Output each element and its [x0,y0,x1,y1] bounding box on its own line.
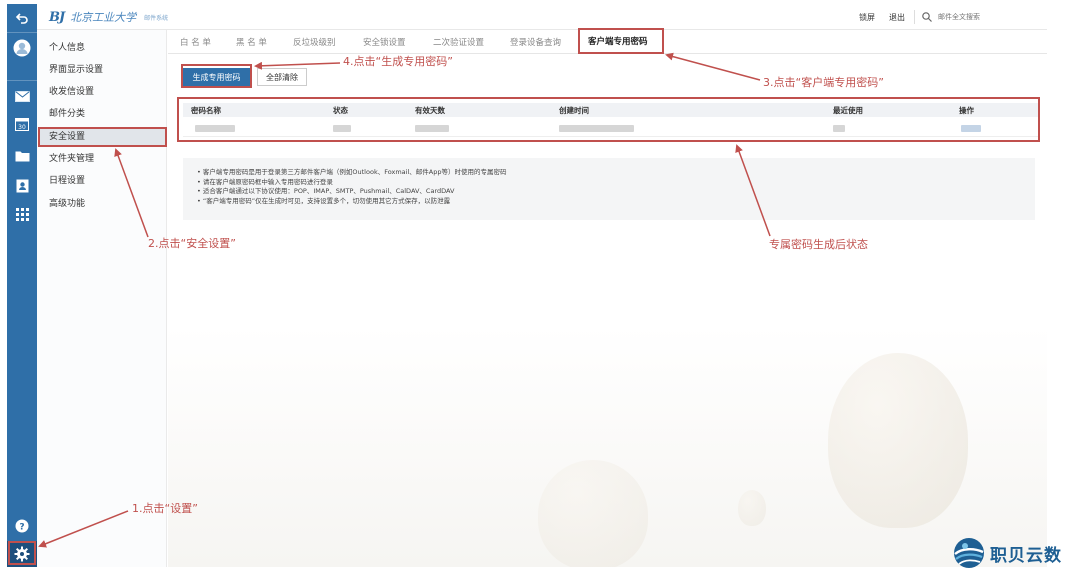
svg-text:?: ? [19,523,24,533]
redacted-cell [833,125,845,132]
nav-item-mail-categories[interactable]: 邮件分类 [39,104,167,124]
top-bar: BJ 北京工业大学 邮件系统 锁屏 退出 [37,4,1047,30]
main-content: 白 名 单 黑 名 单 反垃圾级别 安全锁设置 二次验证设置 登录设备查询 客户… [168,30,1047,567]
note-line: • 客户端专用密码是用于登录第三方邮件客户端（例如Outlook、Foxmail… [197,168,507,176]
back-icon[interactable] [7,8,37,28]
redacted-cell [195,125,235,132]
tab-blacklist[interactable]: 黑 名 单 [236,36,267,48]
annotation-step-1: 1.点击“设置” [132,502,198,515]
folder-icon[interactable] [7,146,37,166]
tab-whitelist[interactable]: 白 名 单 [180,36,211,48]
avatar[interactable] [7,36,37,60]
logo-text: 北京工业大学 [70,11,137,24]
search-input[interactable] [938,13,1028,21]
column-header: 操作 [959,106,974,115]
brand-logo-icon [954,538,984,568]
settings-button[interactable] [7,541,37,567]
brand-text: 职贝云数 [990,545,1062,566]
nav-item-send-receive-settings[interactable]: 收发信设置 [39,82,167,102]
usage-notes: • 客户端专用密码是用于登录第三方邮件客户端（例如Outlook、Foxmail… [183,158,1035,220]
svg-text:30: 30 [18,124,26,131]
nav-item-display-settings[interactable]: 界面显示设置 [39,60,167,80]
gear-icon [14,546,30,562]
tab-two-factor[interactable]: 二次验证设置 [433,36,484,48]
note-line: • 请在客户端原密码框中输入专用密码进行登录 [197,177,333,186]
column-header: 最近使用 [833,106,863,115]
nav-item-personal-info[interactable]: 个人信息 [39,38,167,58]
nav-item-security-settings[interactable]: 安全设置 [39,127,167,147]
annotation-step-3: 3.点击“客户端专用密码” [763,76,884,89]
contacts-icon[interactable] [7,176,37,196]
nav-item-folder-management[interactable]: 文件夹管理 [39,149,167,169]
calendar-icon[interactable]: 30 [7,114,37,134]
settings-nav: 个人信息 界面显示设置 收发信设置 邮件分类 安全设置 文件夹管理 日程设置 高… [37,30,167,567]
logo-subtitle: 邮件系统 [144,14,169,22]
tab-client-password[interactable]: 客户端专用密码 [588,35,648,47]
note-line: • 适合客户端通过以下协议使用：POP、IMAP、SMTP、Pushmail、C… [197,187,455,195]
tab-login-devices[interactable]: 登录设备查询 [510,36,561,48]
search-icon[interactable] [922,12,932,22]
balloon-decoration [738,490,766,526]
icon-rail: 30 ? [7,4,37,567]
mail-icon[interactable] [7,86,37,106]
tab-security-lock[interactable]: 安全锁设置 [363,36,406,48]
column-header: 有效天数 [415,106,445,115]
active-tab-indicator [578,52,658,54]
help-icon[interactable]: ? [7,516,37,536]
nav-item-advanced[interactable]: 高级功能 [39,194,167,214]
generate-password-button[interactable]: 生成专用密码 [183,68,250,86]
annotation-step-2: 2.点击“安全设置” [148,237,236,250]
nav-item-calendar-settings[interactable]: 日程设置 [39,171,167,191]
annotation-step-4: 4.点击“生成专用密码” [343,55,453,68]
search-box[interactable] [922,8,1042,26]
column-header: 创建时间 [559,106,589,115]
column-header: 密码名称 [191,106,221,115]
column-header: 状态 [333,106,348,115]
password-table-header: 密码名称 状态 有效天数 创建时间 最近使用 操作 [183,103,1038,117]
lock-screen-link[interactable]: 锁屏 [859,12,875,23]
redacted-cell [333,125,351,132]
balloon-decoration [538,460,648,567]
note-line: • “客户端专用密码”仅在生成时可见，支持设置多个，切勿使用其它方式保存，以防泄… [197,196,451,205]
redacted-action-link[interactable] [961,125,981,132]
tab-spam-level[interactable]: 反垃圾级别 [293,36,336,48]
brand-watermark: 职贝云数 [953,537,1062,569]
logo: BJ 北京工业大学 邮件系统 [49,9,168,25]
redacted-cell [559,125,634,132]
balloon-decoration [828,353,968,528]
clear-all-button[interactable]: 全部清除 [257,68,307,86]
security-tabs: 白 名 单 黑 名 单 反垃圾级别 安全锁设置 二次验证设置 登录设备查询 客户… [168,30,1047,54]
apps-grid-icon[interactable] [7,204,37,224]
table-row [183,120,1038,137]
annotation-state: 专属密码生成后状态 [769,238,868,251]
redacted-cell [415,125,449,132]
logo-mark: BJ [49,9,65,25]
logout-link[interactable]: 退出 [889,12,905,23]
